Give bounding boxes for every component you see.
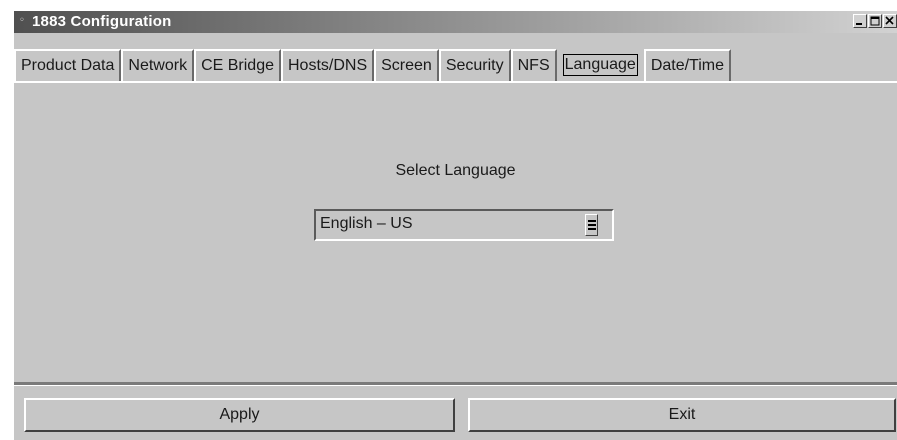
tab-label: Hosts/DNS bbox=[288, 57, 368, 74]
tab-screen[interactable]: Screen bbox=[374, 49, 439, 81]
language-panel: Select Language English – US bbox=[14, 83, 897, 384]
window-title: 1883 Configuration bbox=[32, 13, 172, 30]
apply-button[interactable]: Apply bbox=[24, 398, 455, 432]
tab-label: Date/Time bbox=[650, 57, 725, 74]
tab-label: NFS bbox=[517, 57, 550, 74]
exit-button[interactable]: Exit bbox=[468, 398, 896, 432]
close-icon bbox=[885, 16, 894, 25]
minimize-button[interactable] bbox=[853, 14, 867, 28]
tab-language[interactable]: Language bbox=[556, 49, 644, 81]
dropdown-icon bbox=[588, 220, 596, 230]
language-dropdown[interactable]: English – US bbox=[314, 209, 614, 241]
tab-label: Screen bbox=[381, 57, 432, 74]
tab-date-time[interactable]: Date/Time bbox=[643, 49, 732, 81]
tab-network[interactable]: Network bbox=[121, 49, 195, 81]
tab-label: CE Bridge bbox=[201, 57, 274, 74]
tab-security[interactable]: Security bbox=[438, 49, 511, 81]
window-controls bbox=[853, 14, 897, 29]
title-bar[interactable]: ◦ 1883 Configuration bbox=[14, 11, 897, 33]
dropdown-button[interactable] bbox=[585, 214, 598, 236]
maximize-icon bbox=[870, 16, 880, 26]
app-icon[interactable]: ◦ bbox=[19, 15, 29, 27]
minimize-icon bbox=[856, 23, 862, 25]
tab-label: Product Data bbox=[21, 57, 115, 74]
tab-ce-bridge[interactable]: CE Bridge bbox=[194, 49, 281, 81]
tab-label: Language bbox=[562, 54, 638, 76]
button-area-separator bbox=[14, 382, 897, 386]
maximize-button[interactable] bbox=[868, 14, 882, 28]
tab-strip: Product Data Network CE Bridge Hosts/DNS… bbox=[14, 49, 732, 82]
tab-nfs[interactable]: NFS bbox=[510, 49, 557, 81]
tab-label: Security bbox=[445, 57, 504, 74]
tab-product-data[interactable]: Product Data bbox=[14, 49, 122, 81]
tab-label: Network bbox=[128, 57, 188, 74]
close-button[interactable] bbox=[883, 14, 897, 28]
language-selected-value: English – US bbox=[320, 215, 413, 232]
tab-hosts-dns[interactable]: Hosts/DNS bbox=[281, 49, 375, 81]
config-window: ◦ 1883 Configuration Product Data Networ… bbox=[12, 9, 897, 440]
select-language-label: Select Language bbox=[395, 162, 516, 179]
